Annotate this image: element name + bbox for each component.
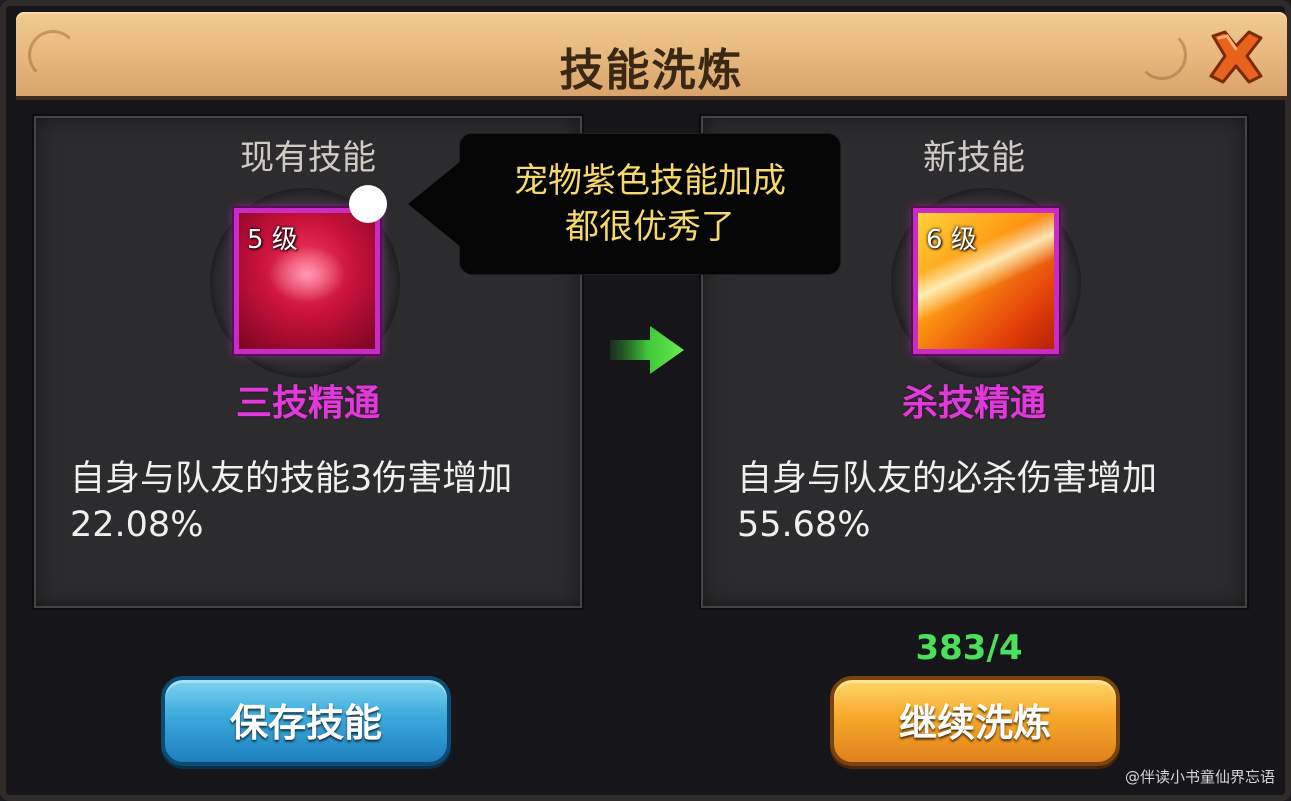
touch-indicator (349, 185, 387, 223)
comment-line-2: 都很优秀了 (565, 207, 735, 247)
close-x-icon (1209, 30, 1263, 84)
current-skill-icon[interactable]: 5 级 (234, 208, 380, 354)
watermark: @伴读小书童仙界忘语 (1124, 768, 1275, 786)
green-arrow-right-icon (610, 324, 686, 376)
dialog-title: 技能洗炼 (559, 45, 744, 96)
comment-text: 宠物紫色技能加成 都很优秀了 (460, 158, 840, 250)
current-skill-description: 自身与队友的技能3伤害增加22.08% (70, 459, 513, 545)
skill-level-label: 6 级 (926, 225, 977, 255)
new-skill-icon[interactable]: 6 级 (913, 208, 1059, 354)
new-skill-description: 自身与队友的必杀伤害增加55.68% (737, 459, 1158, 545)
comment-bubble: 宠物紫色技能加成 都很优秀了 (408, 134, 840, 274)
new-skill-name: 杀技精通 (901, 383, 1046, 424)
continue-refine-button[interactable]: 继续洗炼 (830, 676, 1120, 766)
close-button[interactable] (1205, 26, 1267, 88)
comment-line-1: 宠物紫色技能加成 (514, 161, 786, 201)
skill-refine-dialog: 技能洗炼 现有技能 5 级 三技精通 自身与队友的技能3伤害增加22.08% 新… (0, 0, 1291, 801)
dialog-header: 技能洗炼 (16, 12, 1287, 100)
refine-count: 383/4 (915, 628, 1023, 668)
save-skill-button[interactable]: 保存技能 (161, 676, 451, 766)
current-skill-name: 三技精通 (235, 383, 380, 424)
skill-level-label: 5 级 (247, 225, 298, 255)
